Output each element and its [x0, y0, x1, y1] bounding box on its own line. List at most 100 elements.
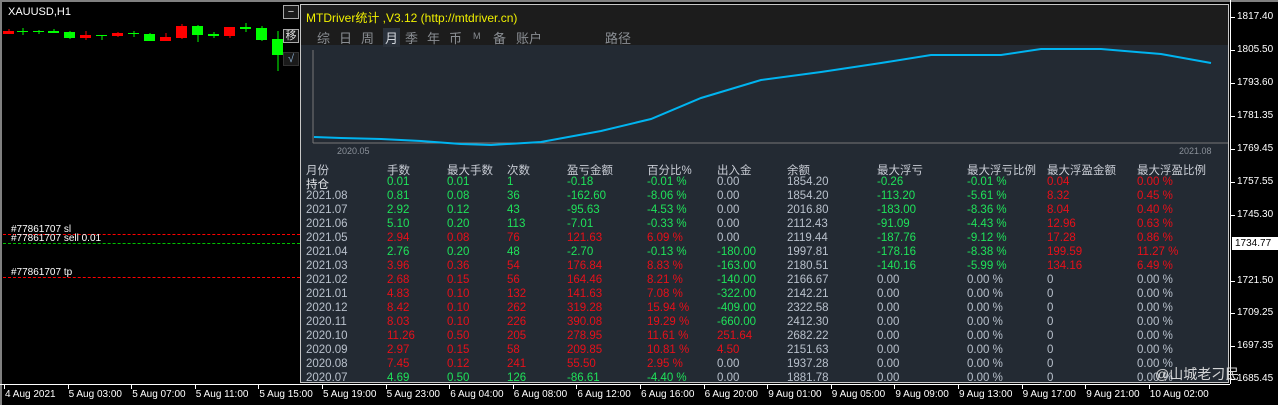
table-cell: 2142.21 — [787, 288, 829, 300]
mtdriver-stats-panel: MTDriver统计 ,V3.12 (http://mtdriver.cn) 综… — [300, 4, 1229, 383]
table-cell: 2412.30 — [787, 316, 829, 328]
table-cell: 251.64 — [717, 330, 753, 342]
table-cell: -9.12 % — [967, 232, 1007, 244]
table-cell: 0.00 % — [1137, 344, 1173, 356]
table-cell: 43 — [507, 204, 520, 216]
table-cell: 4.69 — [387, 372, 410, 383]
candle-body — [128, 33, 139, 34]
candle — [80, 31, 91, 40]
table-cell: 0.12 — [447, 204, 470, 216]
table-row[interactable]: 2021.05 2.94 0.08 76 121.63 6.09 % 0.00 2119.44… — [301, 232, 1228, 246]
table-row[interactable]: 2020.10 11.26 0.50 205 278.95 11.61 % 251.64 26… — [301, 330, 1228, 344]
move-button[interactable]: 移 — [283, 29, 299, 43]
table-cell: -0.01 % — [967, 176, 1007, 188]
table-cell: 0.00 % — [1137, 316, 1173, 328]
table-cell: 134.16 — [1047, 260, 1083, 272]
chart-symbol-title: XAUUSD,H1 — [8, 6, 71, 18]
table-cell: 0.00 — [717, 372, 740, 383]
time-axis[interactable]: 4 Aug 2021 5 Aug 03:00 5 Aug 07:00 5 Aug 11… — [0, 384, 1230, 405]
table-cell: 2.94 — [387, 232, 410, 244]
table-cell: 8.32 — [1047, 190, 1070, 202]
current-price-label: 1734.77 — [1232, 237, 1278, 250]
price-label: 1757.55 — [1237, 176, 1274, 187]
sell-entry-line[interactable] — [3, 243, 300, 244]
price-label: 1685.45 — [1237, 373, 1274, 384]
candle-body — [112, 33, 123, 36]
table-cell: 76 — [507, 232, 520, 244]
table-cell: 1854.20 — [787, 190, 829, 202]
table-cell: 0.36 — [447, 260, 470, 272]
price-label: 1721.50 — [1237, 275, 1274, 286]
table-cell: 2016.80 — [787, 204, 829, 216]
candle — [3, 29, 14, 34]
table-cell: 0.50 — [447, 372, 470, 383]
table-row[interactable]: 2020.11 8.03 0.10 226 390.08 19.29 % -660.00 24… — [301, 316, 1228, 330]
tab-7[interactable]: M — [473, 31, 481, 41]
price-label: 1781.35 — [1237, 110, 1274, 121]
table-cell: 0.00 % — [967, 302, 1003, 314]
price-tick — [1231, 346, 1235, 347]
table-row[interactable]: 2020.12 8.42 0.10 262 319.28 15.94 % -409.00 23… — [301, 302, 1228, 316]
table-row[interactable]: 2020.08 7.45 0.12 241 55.50 2.95 % 0.00 1937.28… — [301, 358, 1228, 372]
candle-body — [224, 27, 235, 36]
table-row[interactable]: 2020.07 4.69 0.50 126 -86.61 -4.40 % 0.00 1881.… — [301, 372, 1228, 383]
table-row[interactable]: 2021.03 3.96 0.36 54 176.84 8.83 % -163.00 2180… — [301, 260, 1228, 274]
candle-body — [256, 28, 267, 40]
table-cell: 2322.58 — [787, 302, 829, 314]
time-label: 9 Aug 05:00 — [831, 389, 886, 400]
time-label: 5 Aug 03:00 — [68, 389, 122, 400]
table-cell: 8.04 — [1047, 204, 1070, 216]
table-row[interactable]: 2021.07 2.92 0.12 43 -95.63 -4.53 % 0.00 2016.8… — [301, 204, 1228, 218]
table-cell: 6.49 % — [1137, 260, 1173, 272]
table-cell: 17.28 — [1047, 232, 1076, 244]
table-cell: 2020.10 — [306, 330, 348, 342]
table-cell: -91.09 — [877, 218, 910, 230]
price-label: 1697.35 — [1237, 340, 1274, 351]
time-label: 9 Aug 09:00 — [895, 389, 949, 400]
table-cell: 2.92 — [387, 204, 410, 216]
table-row[interactable]: 2021.08 0.81 0.08 36 -162.60 -8.06 % 0.00 1854.… — [301, 190, 1228, 204]
price-tick — [1231, 149, 1235, 150]
table-row[interactable]: 2021.02 2.68 0.15 56 164.46 8.21 % -140.00 2166… — [301, 274, 1228, 288]
table-cell: 0.00 % — [1137, 274, 1173, 286]
table-cell: 132 — [507, 288, 527, 300]
candle-body — [144, 34, 155, 41]
table-cell: 0.86 % — [1137, 232, 1173, 244]
candle-body — [64, 32, 75, 38]
table-row[interactable]: 2021.04 2.76 0.20 48 -2.70 -0.13 % -180.00 1997… — [301, 246, 1228, 260]
table-cell: 10.81 % — [647, 344, 690, 356]
candle — [128, 31, 139, 37]
table-cell: 0.00 — [877, 316, 900, 328]
table-row[interactable]: 2020.09 2.97 0.15 58 209.85 10.81 % 4.50 2151.6… — [301, 344, 1228, 358]
table-cell: 0 — [1047, 288, 1054, 300]
table-cell: 2020.08 — [306, 358, 348, 370]
tp-line[interactable] — [3, 277, 300, 278]
table-row[interactable]: 2021.06 5.10 0.20 113 -7.01 -0.33 % 0.00 2112.4… — [301, 218, 1228, 232]
table-row[interactable]: 2021.01 4.83 0.10 132 141.63 7.08 % -322.00 214… — [301, 288, 1228, 302]
table-row[interactable]: 持仓 0.01 0.01 1 -0.18 -0.01 % 0.00 1854.20 -0.26-… — [301, 176, 1228, 191]
table-cell: 2.68 — [387, 274, 410, 286]
table-cell: 2021.08 — [306, 190, 348, 202]
table-cell: 0.00 — [877, 288, 900, 300]
confirm-button[interactable]: √ — [283, 52, 299, 66]
price-tick — [1231, 83, 1235, 84]
table-cell: -8.38 % — [967, 246, 1007, 258]
table-cell: -8.06 % — [647, 190, 687, 202]
table-cell: 0.81 — [387, 190, 410, 202]
table-cell: 0.00 % — [967, 372, 1003, 383]
price-axis[interactable]: 1817.40 1805.50 1793.60 1781.35 1769.45 1757.… — [1230, 0, 1278, 384]
candle-body — [3, 31, 14, 34]
table-cell: 4.83 — [387, 288, 410, 300]
table-cell: 55.50 — [567, 358, 596, 370]
candle — [256, 26, 267, 41]
table-cell: -163.00 — [717, 260, 757, 272]
table-cell: -4.53 % — [647, 204, 687, 216]
table-cell: 0.01 — [447, 176, 470, 188]
table-cell: 390.08 — [567, 316, 603, 328]
minimize-button[interactable]: − — [283, 5, 299, 19]
price-label: 1805.50 — [1237, 44, 1274, 55]
table-cell: 0.00 — [717, 358, 740, 370]
candle-body — [160, 37, 171, 41]
time-label: 5 Aug 11:00 — [195, 389, 249, 400]
table-cell: 0.00 — [877, 302, 900, 314]
